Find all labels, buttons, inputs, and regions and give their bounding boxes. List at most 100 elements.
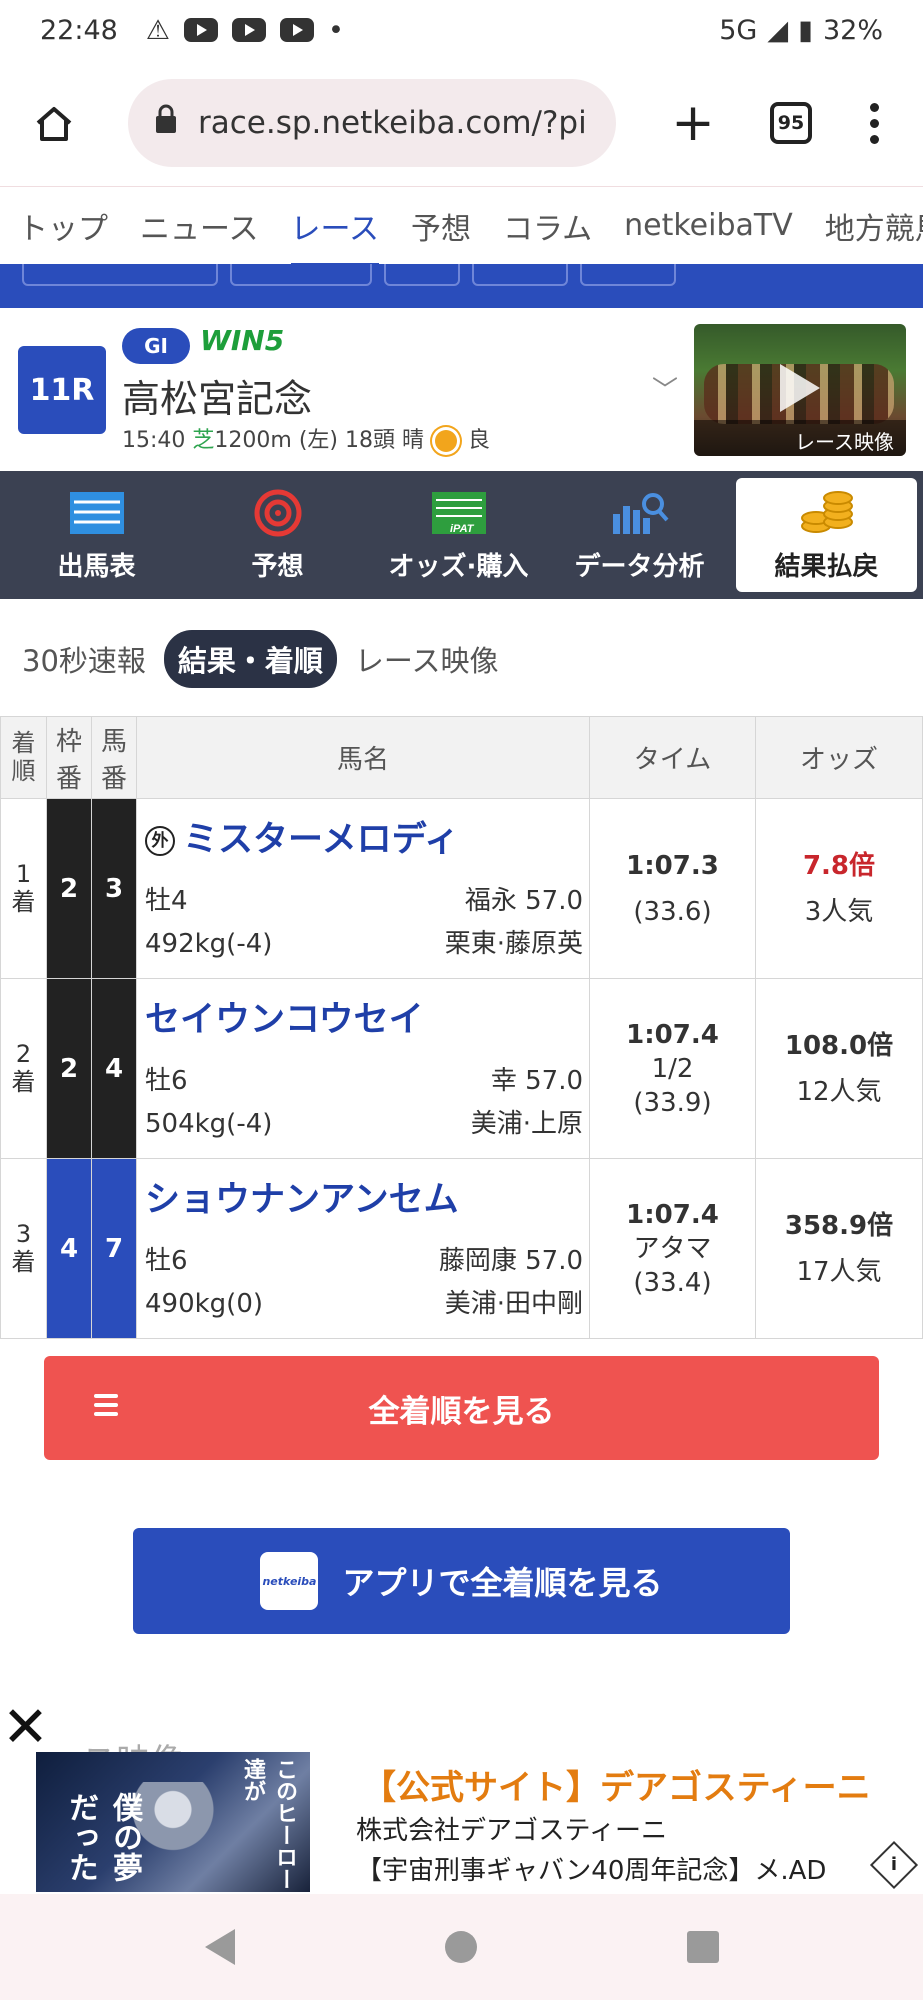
horse-info: 外ミスターメロディ 牡4 福永 57.0 492kg(-4) 栗東·藤原英 (136, 798, 590, 979)
tab-switcher-button[interactable]: 95 (770, 102, 812, 144)
tab-race-video[interactable]: レース映像 (355, 638, 499, 680)
jockey[interactable]: 藤岡康 57.0 (439, 1240, 583, 1283)
svg-text:iPAT: iPAT (450, 523, 475, 535)
body-weight: 504kg(-4) (145, 1109, 273, 1139)
race-video-thumbnail[interactable]: レース映像 (694, 324, 906, 456)
site-nav: トップ ニュース レース 予想 コラム netkeibaTV 地方競馬 (0, 186, 923, 264)
waku-number: 2 (46, 798, 92, 979)
ipat-icon: iPAT (431, 491, 486, 535)
body-weight: 490kg(0) (145, 1289, 264, 1319)
close-ad-icon[interactable]: ✕ (2, 1700, 49, 1756)
nav-item-netkeibatv[interactable]: netkeibaTV (624, 208, 793, 243)
horse-name-link[interactable]: 外ミスターメロディ (145, 811, 583, 862)
odds-cell: 7.8倍 3人気 (755, 798, 923, 979)
tool-data[interactable]: データ分析 (549, 478, 730, 592)
finish-position: 3着 (0, 1158, 47, 1339)
tool-odds[interactable]: iPAT オッズ·購入 (368, 478, 549, 592)
table-row: 1着 2 3 外ミスターメロディ 牡4 福永 57.0 492kg(-4) 栗東·藤… (0, 798, 923, 979)
lock-icon (154, 104, 178, 142)
race-selector-band (0, 264, 923, 308)
race-number-badge: 11R (18, 346, 106, 434)
chevron-down-icon[interactable]: ﹀ (652, 370, 678, 407)
all-results-label: 全着順を見る (368, 1393, 555, 1430)
race-title: 高松宮記念 (122, 377, 313, 421)
body-weight: 492kg(-4) (145, 929, 273, 959)
horse-number: 3 (91, 798, 137, 979)
address-bar[interactable]: race.sp.netkeiba.com/?pi (128, 79, 616, 167)
tab-flash[interactable]: 30秒速報 (22, 638, 146, 680)
odds-cell: 358.9倍 17人気 (755, 1158, 923, 1339)
ad-choices-icon[interactable]: i (869, 1840, 919, 1890)
nav-item-yoso[interactable]: 予想 (411, 204, 471, 248)
battery-level: 32% (822, 14, 883, 46)
header-time: タイム (589, 716, 756, 799)
race-surface: 芝 (192, 428, 215, 453)
horse-name-link[interactable]: ショウナンアンセム (145, 1171, 583, 1222)
nav-item-column[interactable]: コラム (503, 204, 592, 248)
youtube-notification-icon (280, 18, 315, 42)
clock: 22:48 (40, 14, 118, 46)
app-results-label: アプリで全着順を見る (342, 1564, 663, 1602)
jockey[interactable]: 福永 57.0 (465, 880, 583, 923)
netkeiba-app-icon: netkeiba (260, 1552, 319, 1610)
trainer[interactable]: 美浦·田中剛 (445, 1283, 583, 1326)
entry-table-icon (69, 491, 124, 534)
foreign-bred-icon: 外 (145, 826, 175, 856)
target-icon (254, 489, 301, 536)
home-icon[interactable] (24, 93, 84, 153)
race-meta: 15:40 芝1200m (左) 18頭 晴 良 (122, 422, 490, 454)
waku-number: 2 (46, 978, 92, 1159)
header-position: 着順 (0, 716, 47, 799)
trainer[interactable]: 栗東·藤原英 (445, 923, 583, 966)
tool-shutuba[interactable]: 出馬表 (6, 478, 187, 592)
app-results-button[interactable]: netkeiba アプリで全着順を見る (133, 1528, 790, 1634)
header-waku: 枠番 (46, 716, 92, 799)
grade-badge: GI (122, 328, 190, 364)
url-text: race.sp.netkeiba.com/?pi (198, 105, 587, 141)
sun-icon (434, 430, 457, 452)
win5-logo: WIN5 (200, 324, 285, 357)
system-nav-bar (0, 1894, 923, 2000)
trainer[interactable]: 美浦·上原 (471, 1103, 583, 1146)
all-results-button[interactable]: 全着順を見る (44, 1356, 879, 1460)
ad-title[interactable]: 【公式サイト】デアゴスティーニ (362, 1760, 871, 1809)
browser-toolbar: race.sp.netkeiba.com/?pi + 95 (0, 60, 923, 186)
race-time: 15:40 (122, 428, 186, 453)
tool-results[interactable]: 結果払戻 (736, 478, 917, 592)
race-detail: 1200m (左) 18頭 晴 (214, 428, 424, 453)
ad-image-text: このヒーロー達が (240, 1758, 297, 1890)
horse-name-link[interactable]: セイウンコウセイ (145, 991, 583, 1042)
home-circle-icon[interactable] (444, 1931, 477, 1963)
jockey[interactable]: 幸 57.0 (491, 1060, 583, 1103)
nav-item-race[interactable]: レース (290, 204, 379, 264)
back-icon[interactable] (204, 1929, 235, 1965)
finish-position: 1着 (0, 798, 47, 979)
warning-icon: ⚠ (145, 14, 171, 46)
coins-icon (800, 490, 853, 533)
video-caption: レース映像 (694, 420, 906, 456)
play-icon (780, 364, 820, 412)
recents-icon[interactable] (686, 1931, 719, 1963)
new-tab-button[interactable]: + (668, 97, 718, 149)
browser-menu-icon[interactable] (870, 102, 879, 144)
race-time-cell: 1:07.4 1/2 (33.9) (589, 978, 756, 1159)
horse-info: セイウンコウセイ 牡6 幸 57.0 504kg(-4) 美浦·上原 (136, 978, 590, 1159)
nav-item-news[interactable]: ニュース (140, 204, 259, 248)
finish-position: 2着 (0, 978, 47, 1159)
table-header-row: 着順 枠番 馬番 馬名 タイム オッズ (0, 716, 923, 799)
header-umaban: 馬番 (91, 716, 137, 799)
status-bar: 22:48 ⚠ • 5G ◢ ▮ 32% (0, 0, 923, 60)
table-row: 2着 2 4 セイウンコウセイ 牡6 幸 57.0 504kg(-4) 美浦·上原 … (0, 978, 923, 1159)
tool-label: 出馬表 (57, 551, 136, 582)
tool-yoso[interactable]: 予想 (187, 478, 368, 592)
table-row: 3着 4 7 ショウナンアンセム 牡6 藤岡康 57.0 490kg(0) 美浦·田… (0, 1158, 923, 1339)
ad-description[interactable]: 【宇宙刑事ギャバン40周年記念】メ.AD (356, 1850, 826, 1887)
race-time-cell: 1:07.4 アタマ (33.4) (589, 1158, 756, 1339)
waku-number: 4 (46, 1158, 92, 1339)
nav-item-top[interactable]: トップ (18, 204, 108, 248)
tab-result-order[interactable]: 結果・着順 (163, 630, 337, 688)
nav-item-local[interactable]: 地方競馬 (825, 204, 923, 248)
ad-image[interactable]: 僕の夢だった このヒーロー達が (36, 1752, 310, 1892)
result-subtabs: 30秒速報 結果・着順 レース映像 (22, 630, 498, 688)
horse-number: 4 (91, 978, 137, 1159)
